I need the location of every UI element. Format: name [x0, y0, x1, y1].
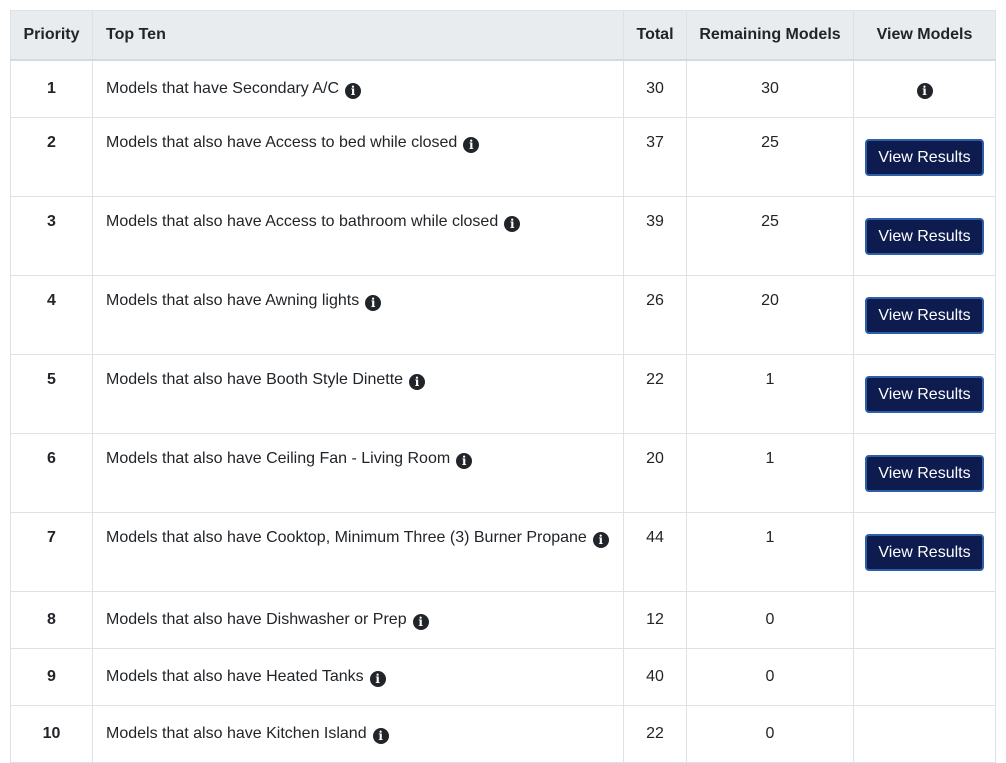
view-cell-empty	[853, 591, 996, 649]
priority-cell: 1	[10, 59, 93, 118]
remaining-cell: 30	[686, 59, 854, 118]
feature-label: Models that also have Booth Style Dinett…	[106, 371, 404, 388]
table-row: 1 Models that have Secondary A/C i 30 30 …	[10, 59, 996, 118]
total-cell: 40	[623, 648, 687, 706]
feature-label: Models that also have Kitchen Island	[106, 724, 367, 742]
feature-label: Models that also have Access to bed whil…	[106, 134, 458, 151]
table-row: 9 Models that also have Heated Tanks i 40…	[10, 648, 996, 706]
feature-cell: Models that also have Heated Tanks i	[92, 648, 624, 706]
feature-cell: Models that also have Dishwasher or Prep…	[92, 591, 624, 649]
header-priority: Priority	[10, 10, 93, 61]
view-results-button[interactable]: View Results	[865, 138, 984, 176]
view-results-button[interactable]: View Results	[865, 217, 984, 255]
total-cell: 39	[623, 196, 687, 276]
remaining-cell: 1	[686, 354, 854, 434]
priority-cell: 6	[10, 433, 93, 513]
feature-label: Models that also have Dishwasher or Prep	[106, 610, 407, 628]
header-view-models: View Models	[853, 10, 996, 61]
remaining-cell: 25	[686, 117, 854, 197]
priority-cell: 4	[10, 275, 93, 355]
feature-label: Models that also have Heated Tanks	[106, 667, 364, 685]
feature-cell: Models that also have Access to bed whil…	[92, 117, 624, 197]
remaining-cell: 1	[686, 433, 854, 513]
feature-label: Models that also have Cooktop, Minimum T…	[106, 529, 587, 546]
priority-cell: 10	[10, 705, 93, 763]
feature-cell: Models that also have Kitchen Island i	[92, 705, 624, 763]
feature-cell: Models that also have Booth Style Dinett…	[92, 354, 624, 434]
info-icon[interactable]: i	[372, 727, 389, 744]
feature-cell: Models that also have Cooktop, Minimum T…	[92, 512, 624, 592]
priority-cell: 9	[10, 648, 93, 706]
total-cell: 22	[623, 705, 687, 763]
view-results-button[interactable]: View Results	[865, 296, 984, 334]
feature-label: Models that also have Access to bathroom…	[106, 213, 499, 230]
info-icon[interactable]: i	[916, 82, 933, 99]
header-top-ten: Top Ten	[92, 10, 624, 61]
table-row: 5 Models that also have Booth Style Dine…	[10, 354, 996, 434]
table-row: 7 Models that also have Cooktop, Minimum…	[10, 512, 996, 592]
view-results-button[interactable]: View Results	[865, 375, 984, 413]
view-cell: View Results	[853, 512, 996, 592]
table-row: 6 Models that also have Ceiling Fan - Li…	[10, 433, 996, 513]
table-row: 8 Models that also have Dishwasher or Pr…	[10, 591, 996, 649]
view-cell: View Results	[853, 275, 996, 355]
info-icon[interactable]: i	[463, 137, 480, 153]
priority-table: Priority Top Ten Total Remaining Models …	[10, 10, 996, 763]
header-remaining-models: Remaining Models	[686, 10, 854, 61]
table-row: 3 Models that also have Access to bathro…	[10, 196, 996, 276]
priority-cell: 5	[10, 354, 93, 434]
view-cell: View Results	[853, 196, 996, 276]
remaining-cell: 0	[686, 648, 854, 706]
feature-cell: Models that also have Awning lights i	[92, 275, 624, 355]
view-cell: i	[853, 59, 996, 118]
info-icon[interactable]: i	[369, 670, 386, 687]
header-total: Total	[623, 10, 687, 61]
remaining-cell: 20	[686, 275, 854, 355]
feature-label: Models that also have Awning lights	[106, 292, 360, 309]
info-icon[interactable]: i	[345, 82, 362, 99]
feature-cell: Models that also have Ceiling Fan - Livi…	[92, 433, 624, 513]
view-cell: View Results	[853, 117, 996, 197]
view-results-button[interactable]: View Results	[865, 454, 984, 492]
priority-cell: 3	[10, 196, 93, 276]
info-icon[interactable]: i	[365, 295, 382, 311]
feature-cell: Models that also have Access to bathroom…	[92, 196, 624, 276]
info-icon[interactable]: i	[409, 374, 426, 390]
total-cell: 12	[623, 591, 687, 649]
remaining-cell: 0	[686, 591, 854, 649]
feature-label: Models that have Secondary A/C	[106, 79, 340, 97]
total-cell: 26	[623, 275, 687, 355]
feature-label: Models that also have Ceiling Fan - Livi…	[106, 450, 451, 467]
table-row: 2 Models that also have Access to bed wh…	[10, 117, 996, 197]
remaining-cell: 1	[686, 512, 854, 592]
table-row: 4 Models that also have Awning lights i 2…	[10, 275, 996, 355]
priority-cell: 8	[10, 591, 93, 649]
priority-cell: 7	[10, 512, 93, 592]
info-icon[interactable]: i	[456, 453, 473, 469]
total-cell: 20	[623, 433, 687, 513]
feature-cell: Models that have Secondary A/C i	[92, 59, 624, 118]
view-cell-empty	[853, 705, 996, 763]
info-icon[interactable]: i	[592, 532, 609, 548]
priority-table-container: Priority Top Ten Total Remaining Models …	[10, 10, 996, 763]
remaining-cell: 0	[686, 705, 854, 763]
remaining-cell: 25	[686, 196, 854, 276]
total-cell: 44	[623, 512, 687, 592]
total-cell: 37	[623, 117, 687, 197]
priority-cell: 2	[10, 117, 93, 197]
view-cell: View Results	[853, 354, 996, 434]
table-header-row: Priority Top Ten Total Remaining Models …	[10, 10, 996, 61]
view-cell-empty	[853, 648, 996, 706]
view-cell: View Results	[853, 433, 996, 513]
info-icon[interactable]: i	[504, 216, 521, 232]
info-icon[interactable]: i	[412, 613, 429, 630]
total-cell: 22	[623, 354, 687, 434]
table-row: 10 Models that also have Kitchen Island i…	[10, 705, 996, 763]
total-cell: 30	[623, 59, 687, 118]
view-results-button[interactable]: View Results	[865, 533, 984, 571]
